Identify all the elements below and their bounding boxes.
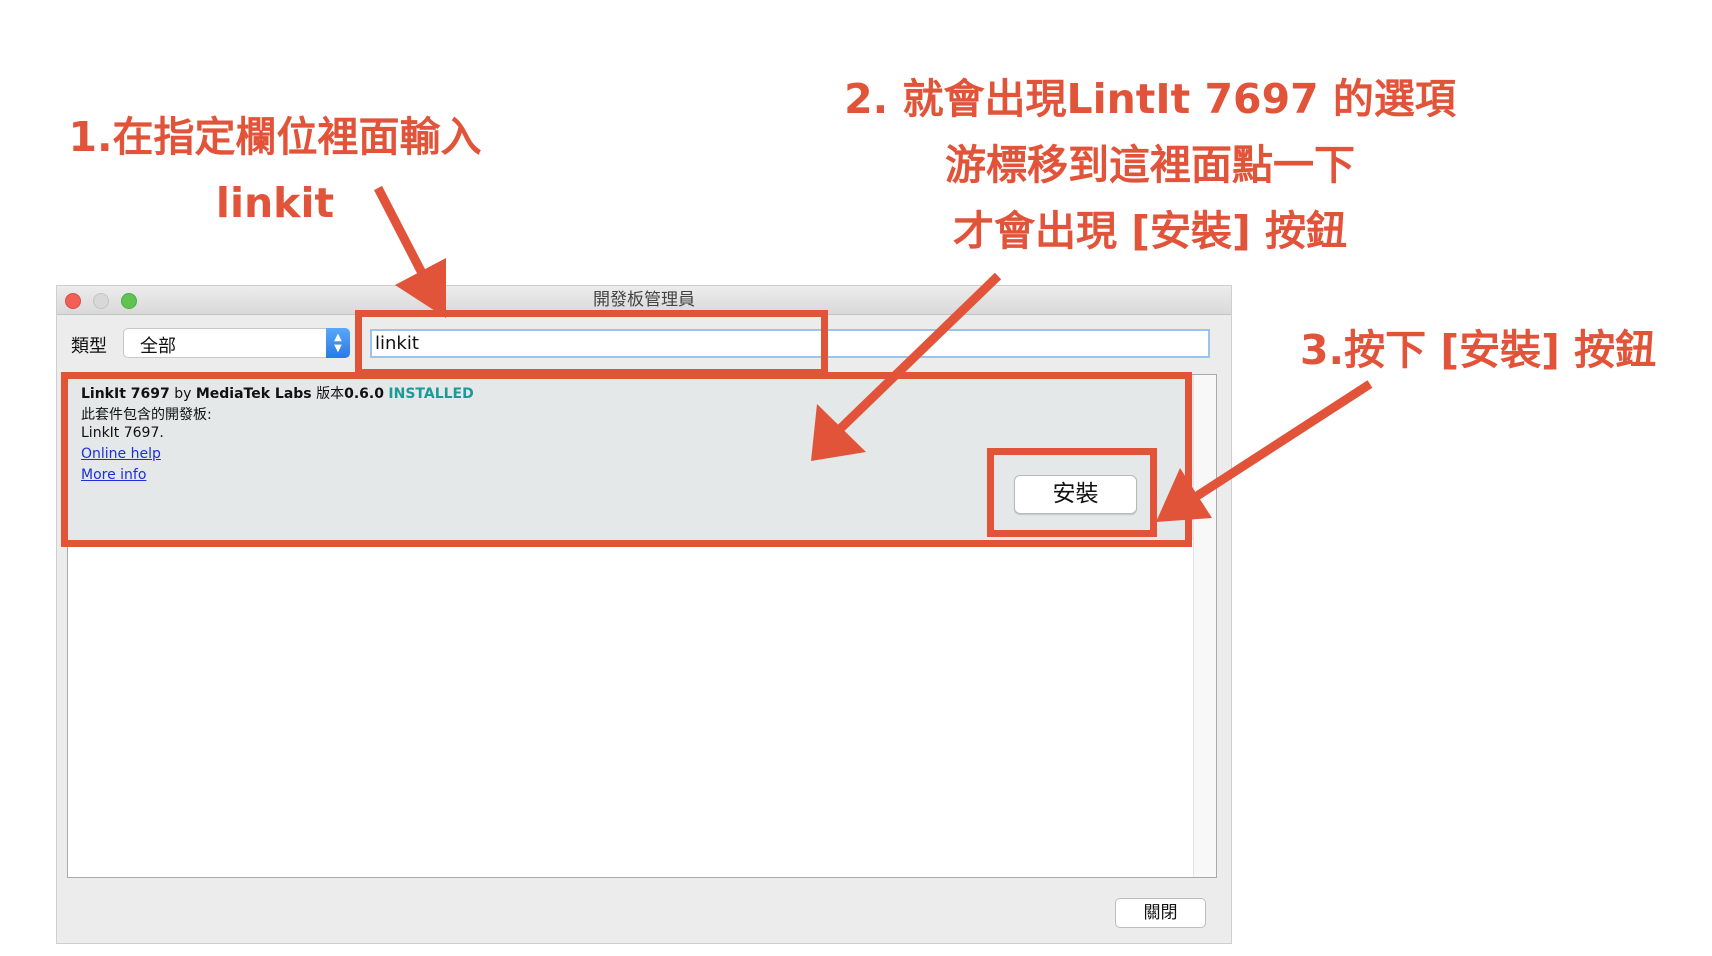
annotation-arrows bbox=[374, 185, 1373, 522]
arrow-step3-shaft bbox=[1194, 380, 1373, 500]
arrow-step1-shaft bbox=[374, 185, 427, 278]
arrow-step2-shaft bbox=[837, 272, 1002, 432]
